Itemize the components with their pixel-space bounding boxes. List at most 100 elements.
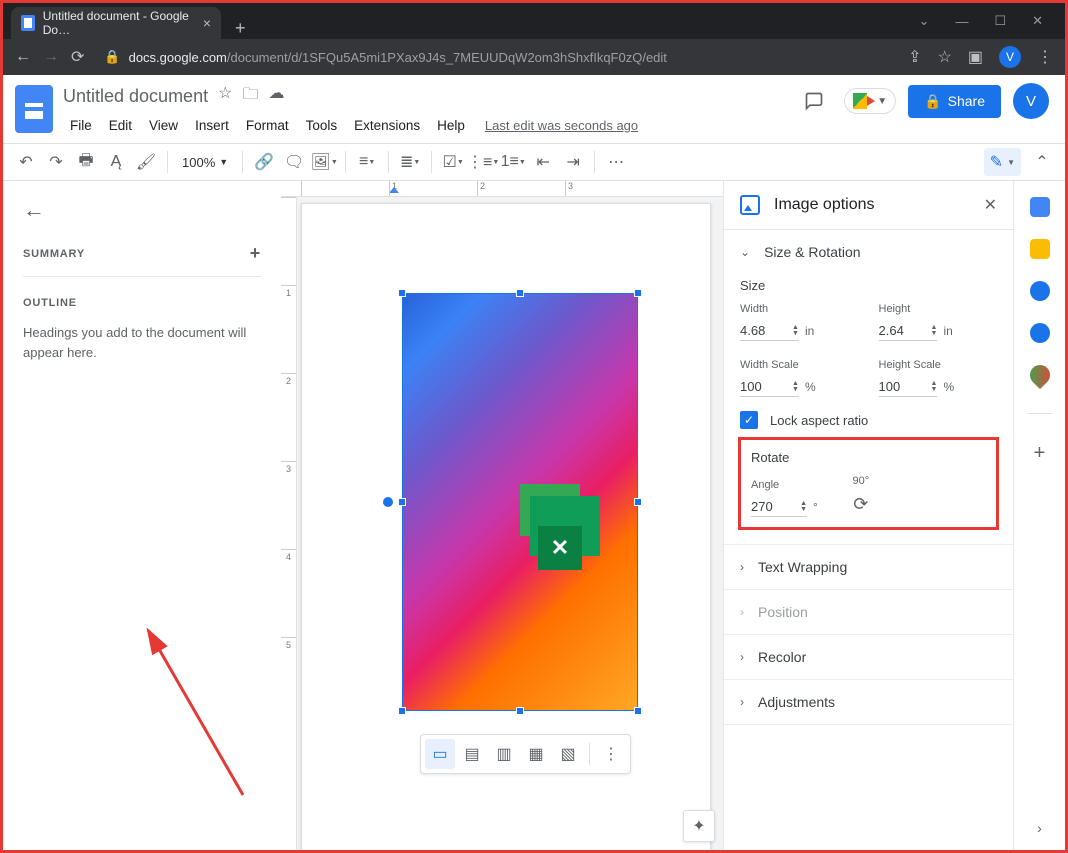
- document-title[interactable]: Untitled document: [63, 86, 208, 107]
- forward-button[interactable]: →: [43, 48, 59, 66]
- resize-handle-w[interactable]: [398, 498, 406, 506]
- vertical-ruler[interactable]: 12345: [281, 197, 297, 850]
- new-tab-button[interactable]: +: [221, 18, 260, 39]
- editing-mode-button[interactable]: ✎▼: [984, 148, 1021, 176]
- add-addon-button[interactable]: +: [1034, 442, 1046, 465]
- lock-aspect-checkbox[interactable]: ✓: [740, 411, 758, 429]
- bookmark-icon[interactable]: ☆: [938, 47, 952, 67]
- comments-button[interactable]: [796, 83, 832, 119]
- print-button[interactable]: 🖶: [73, 149, 99, 175]
- height-input[interactable]: [879, 323, 931, 338]
- close-panel-button[interactable]: ✕: [984, 195, 997, 215]
- horizontal-ruler[interactable]: 123: [281, 181, 723, 197]
- resize-handle-sw[interactable]: [398, 707, 406, 715]
- wrap-text-button[interactable]: ▤: [457, 739, 487, 769]
- contacts-icon[interactable]: [1030, 323, 1050, 343]
- angle-input[interactable]: [751, 499, 785, 514]
- back-button[interactable]: ←: [15, 48, 31, 66]
- meet-button[interactable]: ▼: [844, 88, 896, 114]
- share-button[interactable]: 🔒Share: [908, 85, 1001, 118]
- menu-file[interactable]: File: [63, 114, 99, 137]
- numbered-list-button[interactable]: 1≡▼: [500, 149, 526, 175]
- sidepanel-icon[interactable]: ▣: [968, 47, 983, 67]
- image-button[interactable]: 🖼▼: [311, 149, 337, 175]
- height-scale-stepper[interactable]: ▲▼: [931, 381, 938, 393]
- collapse-rail-button[interactable]: ›: [1037, 820, 1042, 836]
- line-spacing-button[interactable]: ≣▼: [397, 149, 423, 175]
- link-button[interactable]: 🔗: [251, 149, 277, 175]
- width-scale-stepper[interactable]: ▲▼: [792, 381, 799, 393]
- decrease-indent-button[interactable]: ⇤: [530, 149, 556, 175]
- menu-format[interactable]: Format: [239, 114, 296, 137]
- height-scale-input[interactable]: [879, 379, 931, 394]
- resize-handle-ne[interactable]: [634, 289, 642, 297]
- document-canvas[interactable]: 123 12345: [281, 181, 723, 850]
- share-url-icon[interactable]: ⇪: [908, 47, 921, 67]
- resize-handle-e[interactable]: [634, 498, 642, 506]
- docs-home-icon[interactable]: [15, 85, 53, 133]
- undo-button[interactable]: ↶: [13, 149, 39, 175]
- menu-view[interactable]: View: [142, 114, 185, 137]
- menu-insert[interactable]: Insert: [188, 114, 236, 137]
- maps-icon[interactable]: [1025, 361, 1053, 389]
- menu-edit[interactable]: Edit: [102, 114, 139, 137]
- menu-help[interactable]: Help: [430, 114, 472, 137]
- kebab-menu-icon[interactable]: ⋮: [1037, 47, 1053, 67]
- section-position[interactable]: ›Position: [740, 604, 997, 620]
- collapse-toolbar-button[interactable]: ⌃: [1029, 149, 1055, 175]
- angle-stepper[interactable]: ▲▼: [800, 501, 807, 513]
- break-text-button[interactable]: ▥: [489, 739, 519, 769]
- add-summary-button[interactable]: +: [250, 243, 261, 264]
- keep-icon[interactable]: [1030, 239, 1050, 259]
- close-outline-button[interactable]: ←: [23, 197, 261, 223]
- minimize-icon[interactable]: —: [955, 14, 968, 29]
- star-icon[interactable]: ☆: [218, 83, 232, 110]
- calendar-icon[interactable]: [1030, 197, 1050, 217]
- rotate-handle[interactable]: [383, 497, 393, 507]
- more-button[interactable]: ⋯: [603, 149, 629, 175]
- cloud-icon[interactable]: ☁: [268, 83, 284, 110]
- section-recolor[interactable]: ›Recolor: [740, 649, 997, 665]
- behind-text-button[interactable]: ▦: [521, 739, 551, 769]
- inline-button[interactable]: ▭: [425, 739, 455, 769]
- redo-button[interactable]: ↷: [43, 149, 69, 175]
- chevron-down-icon[interactable]: ⌄: [919, 13, 930, 29]
- resize-handle-nw[interactable]: [398, 289, 406, 297]
- resize-handle-s[interactable]: [516, 707, 524, 715]
- close-window-icon[interactable]: ✕: [1032, 13, 1043, 29]
- section-adjustments[interactable]: ›Adjustments: [740, 694, 997, 710]
- height-stepper[interactable]: ▲▼: [931, 325, 938, 337]
- reload-button[interactable]: ⟳: [71, 47, 84, 67]
- in-front-button[interactable]: ▧: [553, 739, 583, 769]
- document-page[interactable]: ✕ ▭ ▤ ▥ ▦ ▧ ⋮: [301, 203, 711, 850]
- explore-button[interactable]: ✦: [683, 810, 715, 842]
- move-icon[interactable]: 🗀: [242, 83, 258, 110]
- width-stepper[interactable]: ▲▼: [792, 325, 799, 337]
- close-tab-icon[interactable]: ×: [203, 15, 211, 31]
- rotate-90-button[interactable]: ⟳: [848, 491, 874, 517]
- spellcheck-button[interactable]: Ą: [103, 149, 129, 175]
- section-text-wrapping[interactable]: ›Text Wrapping: [740, 559, 997, 575]
- profile-avatar[interactable]: V: [999, 46, 1021, 68]
- resize-handle-n[interactable]: [516, 289, 524, 297]
- width-input[interactable]: [740, 323, 792, 338]
- menu-tools[interactable]: Tools: [299, 114, 345, 137]
- align-button[interactable]: ≡▼: [354, 149, 380, 175]
- section-size-rotation[interactable]: ⌄ Size & Rotation: [740, 244, 997, 260]
- image-more-button[interactable]: ⋮: [596, 739, 626, 769]
- account-avatar[interactable]: V: [1013, 83, 1049, 119]
- tasks-icon[interactable]: [1030, 281, 1050, 301]
- bulleted-list-button[interactable]: ⋮≡▼: [470, 149, 496, 175]
- paint-format-button[interactable]: 🖌: [133, 149, 159, 175]
- increase-indent-button[interactable]: ⇥: [560, 149, 586, 175]
- browser-tab[interactable]: Untitled document - Google Do… ×: [11, 7, 221, 39]
- omnibox[interactable]: 🔒 docs.google.com/document/d/1SFQu5A5mi1…: [96, 49, 896, 65]
- selected-image[interactable]: ✕: [402, 293, 638, 711]
- menu-extensions[interactable]: Extensions: [347, 114, 427, 137]
- resize-handle-se[interactable]: [634, 707, 642, 715]
- last-edit-link[interactable]: Last edit was seconds ago: [485, 118, 638, 133]
- width-scale-input[interactable]: [740, 379, 792, 394]
- checklist-button[interactable]: ☑▼: [440, 149, 466, 175]
- zoom-select[interactable]: 100%▼: [176, 155, 234, 170]
- comment-button[interactable]: 🗨: [281, 149, 307, 175]
